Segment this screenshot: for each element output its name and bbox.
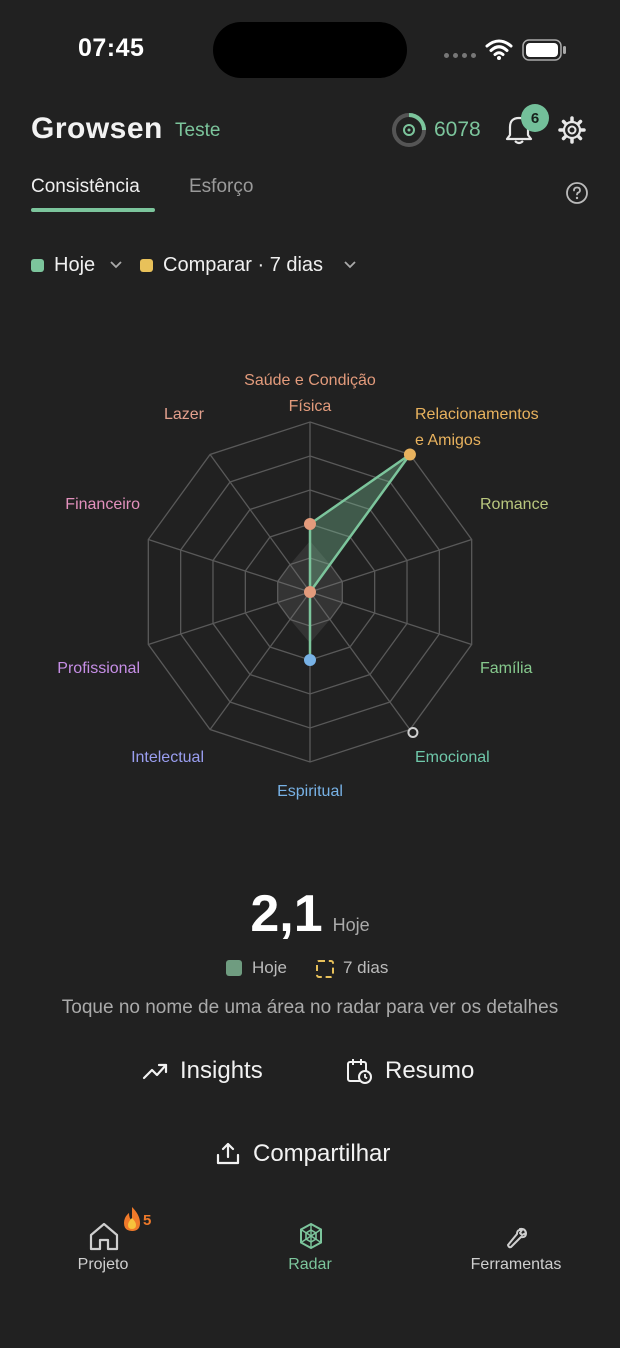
radar-point [304,654,316,666]
fire-icon [124,1207,140,1231]
nav-item-ferramentas[interactable]: Ferramentas [450,1256,582,1274]
insights-button[interactable]: Insights [142,1057,263,1085]
radar-area-label[interactable]: Financeiro [20,492,140,518]
calendar-clock-icon [347,1059,372,1084]
nav-item-radar[interactable]: Radar [260,1256,360,1274]
radar-marker [407,727,419,739]
insights-label: Insights [180,1057,263,1084]
radar-icon[interactable] [297,1222,325,1250]
radar-area-label[interactable]: Emocional [415,745,535,771]
share-label: Compartilhar [253,1140,391,1167]
radar-area-label[interactable]: Romance [480,492,580,518]
radar-area-label-line: Lazer [163,406,204,423]
wrench-icon[interactable] [505,1226,529,1250]
radar-center-point [304,586,316,598]
summary-button[interactable]: Resumo [345,1057,474,1085]
radar-area-label[interactable]: Saúde e Condição Física [230,368,390,420]
score-block: 2,1 Hoje [0,884,620,944]
radar-area-label-line: Família [480,660,533,677]
radar-area-label[interactable]: Relacionamentos e Amigos [415,402,575,454]
radar-hint: Toque no nome de uma área no radar para … [61,997,559,1018]
radar-area-label-line: Profissional [57,660,140,677]
trending-up-icon [142,1063,168,1080]
radar-point [304,518,316,530]
legend-today-label: Hoje [252,958,287,977]
radar-today-area [308,453,412,662]
nav-item-projeto[interactable]: Projeto [60,1256,146,1274]
radar-area-label-line: Espiritual [277,783,343,800]
home-icon[interactable] [88,1220,120,1252]
radar-area-label[interactable]: Espiritual [250,779,370,805]
share-button[interactable]: Compartilhar [215,1140,390,1168]
radar-area-label[interactable]: Família [480,656,580,682]
score-unit: Hoje [332,915,370,935]
radar-area-label-line: Financeiro [65,496,140,513]
radar-area-label-line: Intelectual [131,749,204,766]
streak-count: 5 [143,1212,152,1229]
radar-area-label[interactable]: Profissional [20,656,140,682]
radar-area-label-line: Romance [480,496,549,513]
radar-area-label[interactable]: Lazer [100,402,204,428]
radar-area-label-line: e Amigos [415,432,481,449]
radar-area-label-line: Física [288,398,332,415]
share-icon [216,1142,240,1165]
legend-week-swatch [316,960,334,978]
radar-area-label-line: Saúde e Condição [244,372,376,389]
legend-today-swatch [226,960,242,976]
radar-area-label-line: Relacionamentos [415,406,539,423]
summary-label: Resumo [385,1057,475,1084]
radar-area-label-line: Emocional [415,749,490,766]
score-value: 2,1 [250,885,323,943]
radar-area-label[interactable]: Intelectual [80,745,204,771]
legend-week-label: 7 dias [343,958,389,977]
